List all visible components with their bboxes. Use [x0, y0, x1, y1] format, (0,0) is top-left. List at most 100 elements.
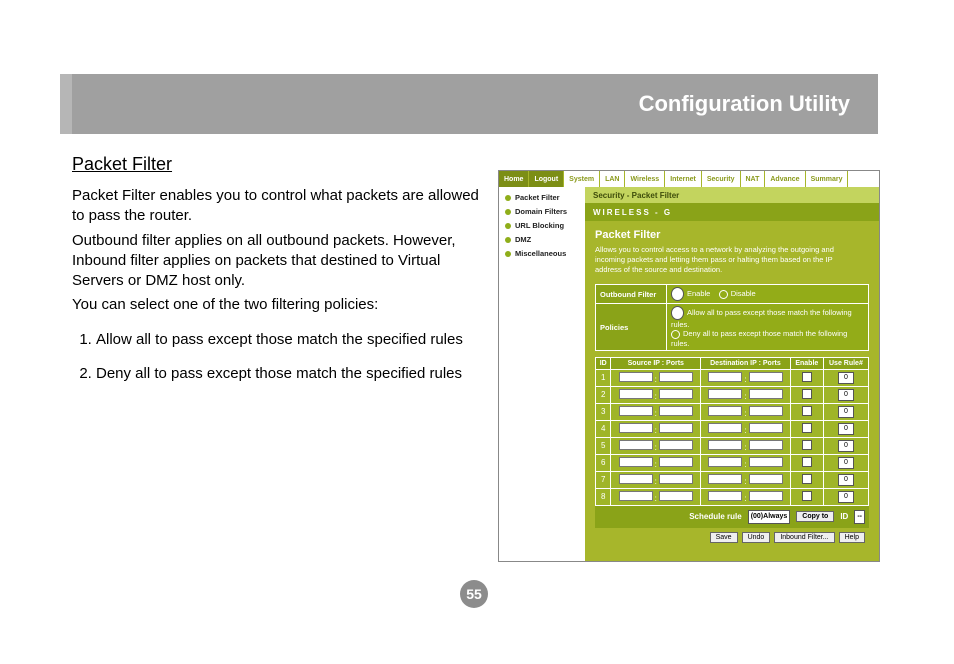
brand-bar: WIRELESS - G — [585, 203, 879, 221]
sidebar-item-url-blocking[interactable]: URL Blocking — [505, 221, 579, 230]
copy-to-button[interactable]: Copy to — [796, 511, 834, 522]
enable-checkbox[interactable] — [802, 440, 812, 450]
dst-ip-input[interactable] — [708, 440, 742, 450]
use-rule-input[interactable]: 0 — [838, 406, 854, 418]
dst-ip-input[interactable] — [708, 474, 742, 484]
radio-policy-allow[interactable] — [671, 306, 684, 320]
top-tabs: Home Logout System LAN Wireless Internet… — [499, 171, 879, 187]
dst-port-input[interactable] — [749, 491, 783, 501]
tab-lan[interactable]: LAN — [600, 171, 625, 187]
schedule-id-select[interactable]: -- — [854, 510, 865, 524]
use-rule-input[interactable]: 0 — [838, 474, 854, 486]
src-ip-input[interactable] — [619, 389, 653, 399]
enable-checkbox[interactable] — [802, 474, 812, 484]
src-port-input[interactable] — [659, 389, 693, 399]
dst-ip-input[interactable] — [708, 423, 742, 433]
col-destination: Destination IP : Ports — [701, 357, 791, 369]
enable-checkbox[interactable] — [802, 491, 812, 501]
radio-enable[interactable] — [671, 287, 684, 301]
src-port-input[interactable] — [659, 372, 693, 382]
tab-nat[interactable]: NAT — [741, 171, 766, 187]
schedule-id-label: ID — [840, 512, 848, 521]
src-ip-input[interactable] — [619, 406, 653, 416]
page-number: 55 — [460, 580, 488, 608]
src-ip-input[interactable] — [619, 491, 653, 501]
tab-internet[interactable]: Internet — [665, 171, 702, 187]
col-source: Source IP : Ports — [611, 357, 701, 369]
bullet-icon — [505, 209, 511, 215]
use-rule-input[interactable]: 0 — [838, 457, 854, 469]
src-ip-input[interactable] — [619, 440, 653, 450]
header-title: Configuration Utility — [639, 91, 850, 117]
src-port-input[interactable] — [659, 457, 693, 467]
enable-checkbox[interactable] — [802, 457, 812, 467]
enable-checkbox[interactable] — [802, 372, 812, 382]
src-port-input[interactable] — [659, 440, 693, 450]
section-title: Packet Filter — [72, 154, 172, 175]
dst-port-input[interactable] — [749, 474, 783, 484]
disable-label: Disable — [731, 289, 756, 298]
table-row: 7::0 — [596, 471, 869, 488]
src-ip-input[interactable] — [619, 423, 653, 433]
src-port-input[interactable] — [659, 406, 693, 416]
dst-ip-input[interactable] — [708, 457, 742, 467]
brand-text: WIRELESS - G — [593, 208, 672, 217]
dst-port-input[interactable] — [749, 440, 783, 450]
row-id: 7 — [596, 471, 611, 488]
sidebar-item-dmz[interactable]: DMZ — [505, 235, 579, 244]
use-rule-input[interactable]: 0 — [838, 491, 854, 503]
sidebar-item-label: Packet Filter — [515, 193, 560, 202]
enable-checkbox[interactable] — [802, 389, 812, 399]
sidebar-item-label: Domain Filters — [515, 207, 567, 216]
tab-logout[interactable]: Logout — [529, 171, 564, 187]
sidebar-item-domain-filters[interactable]: Domain Filters — [505, 207, 579, 216]
sidebar-item-miscellaneous[interactable]: Miscellaneous — [505, 249, 579, 258]
tab-wireless[interactable]: Wireless — [625, 171, 665, 187]
row-id: 8 — [596, 488, 611, 505]
left-margin-accent — [60, 74, 72, 134]
src-port-input[interactable] — [659, 474, 693, 484]
dst-ip-input[interactable] — [708, 406, 742, 416]
inbound-filter-button[interactable]: Inbound Filter... — [774, 532, 834, 543]
enable-checkbox[interactable] — [802, 406, 812, 416]
dst-ip-input[interactable] — [708, 372, 742, 382]
use-rule-input[interactable]: 0 — [838, 423, 854, 435]
dst-port-input[interactable] — [749, 457, 783, 467]
schedule-select[interactable]: (00)Always — [748, 510, 791, 524]
bullet-icon — [505, 195, 511, 201]
use-rule-input[interactable]: 0 — [838, 440, 854, 452]
dst-port-input[interactable] — [749, 406, 783, 416]
dst-ip-input[interactable] — [708, 491, 742, 501]
tab-security[interactable]: Security — [702, 171, 741, 187]
policy-allow-label: Allow all to pass except those match the… — [671, 308, 852, 329]
table-row: 3::0 — [596, 403, 869, 420]
policies-label: Policies — [596, 304, 667, 351]
help-button[interactable]: Help — [839, 532, 865, 543]
col-use-rule: Use Rule# — [823, 357, 868, 369]
tab-system[interactable]: System — [564, 171, 600, 187]
tab-advance[interactable]: Advance — [765, 171, 805, 187]
src-ip-input[interactable] — [619, 457, 653, 467]
use-rule-input[interactable]: 0 — [838, 389, 854, 401]
sidebar-item-packet-filter[interactable]: Packet Filter — [505, 193, 579, 202]
body-text: Packet Filter enables you to control wha… — [72, 186, 482, 398]
dst-port-input[interactable] — [749, 389, 783, 399]
enable-checkbox[interactable] — [802, 423, 812, 433]
dst-port-input[interactable] — [749, 423, 783, 433]
radio-policy-deny[interactable] — [671, 330, 680, 339]
radio-disable[interactable] — [719, 290, 728, 299]
tab-summary[interactable]: Summary — [806, 171, 849, 187]
src-ip-input[interactable] — [619, 474, 653, 484]
dst-port-input[interactable] — [749, 372, 783, 382]
undo-button[interactable]: Undo — [742, 532, 771, 543]
save-button[interactable]: Save — [710, 532, 738, 543]
row-id: 4 — [596, 420, 611, 437]
src-port-input[interactable] — [659, 491, 693, 501]
row-id: 1 — [596, 369, 611, 386]
dst-ip-input[interactable] — [708, 389, 742, 399]
src-ip-input[interactable] — [619, 372, 653, 382]
use-rule-input[interactable]: 0 — [838, 372, 854, 384]
button-row: Save Undo Inbound Filter... Help — [595, 528, 869, 547]
src-port-input[interactable] — [659, 423, 693, 433]
tab-home[interactable]: Home — [499, 171, 529, 187]
